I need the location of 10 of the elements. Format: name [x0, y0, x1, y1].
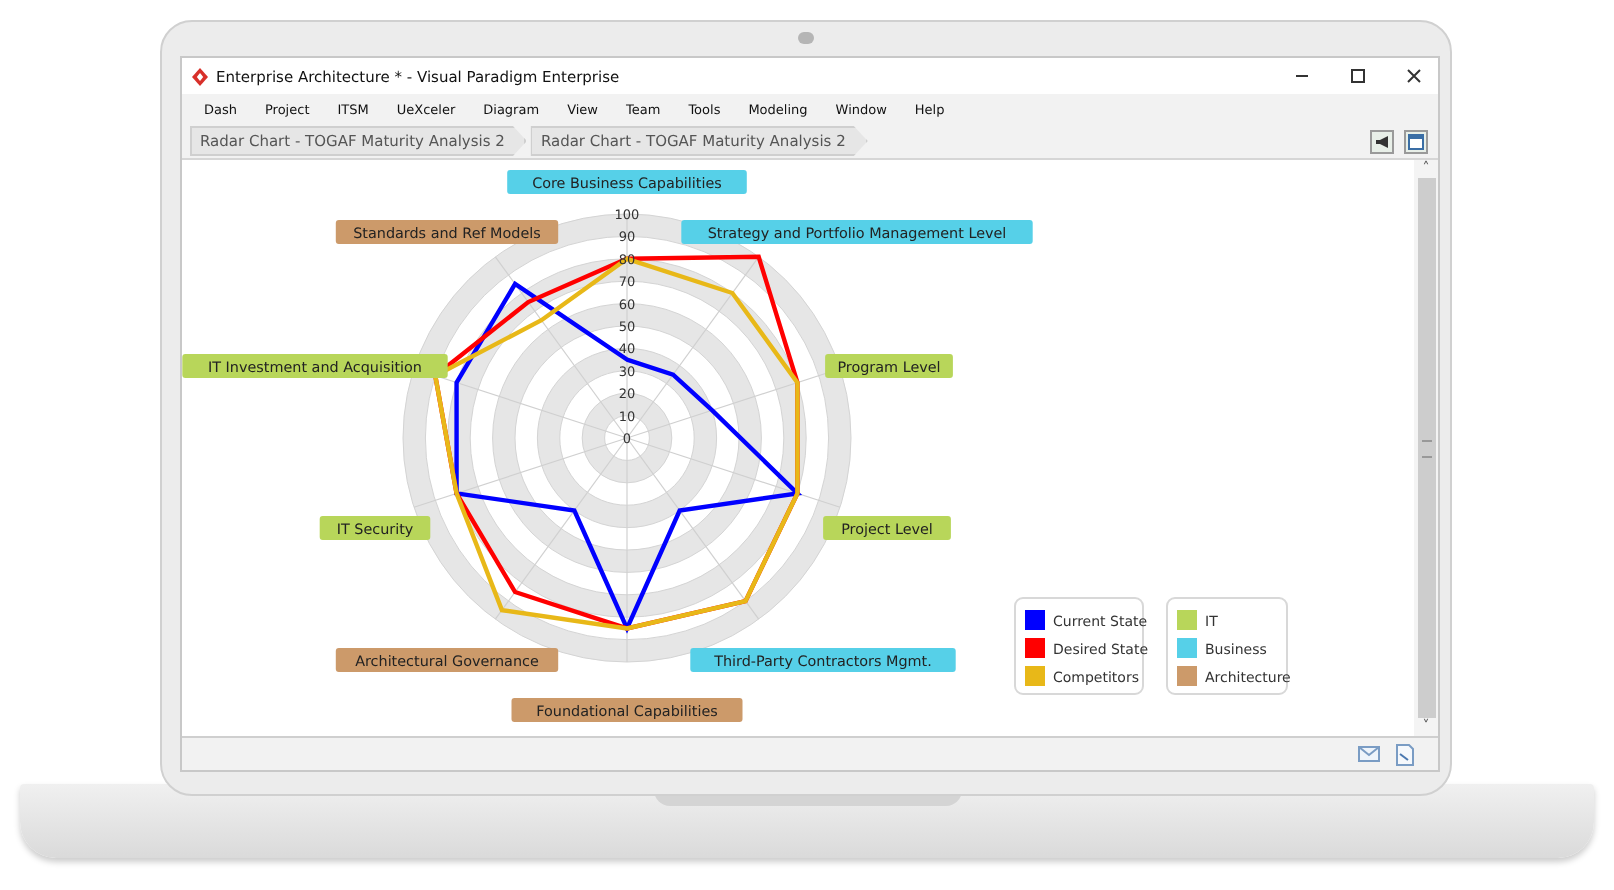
- app-logo-icon: [192, 67, 208, 85]
- megaphone-icon[interactable]: [1370, 129, 1394, 153]
- maximize-icon: [1350, 68, 1366, 84]
- legend-background: [1014, 597, 1144, 695]
- close-icon: [1406, 68, 1422, 84]
- envelope-icon[interactable]: [1358, 746, 1380, 762]
- camera-icon: [798, 32, 814, 44]
- legend-background: [1166, 597, 1288, 695]
- document-icon[interactable]: [1396, 743, 1414, 765]
- panel-icon[interactable]: [1404, 129, 1428, 153]
